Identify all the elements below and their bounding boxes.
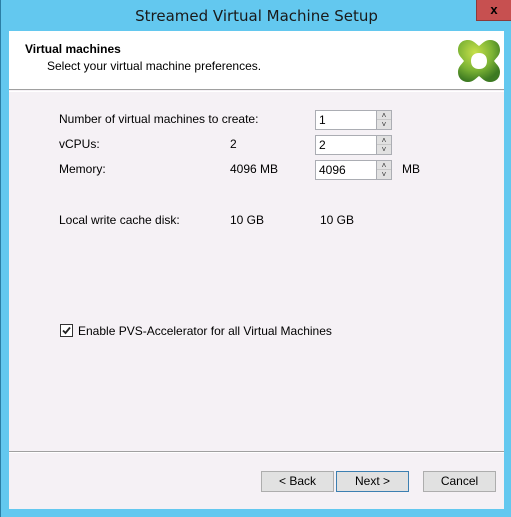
close-icon: x bbox=[490, 2, 498, 17]
back-button[interactable]: < Back bbox=[261, 471, 334, 492]
page-title: Virtual machines bbox=[25, 42, 121, 56]
num-vms-stepper[interactable]: ˄ ˅ bbox=[376, 110, 392, 130]
dialog-client: Virtual machines Select your virtual mac… bbox=[9, 31, 504, 509]
chevron-down-icon[interactable]: ˅ bbox=[377, 145, 391, 154]
vcpus-value: 2 bbox=[319, 138, 326, 152]
memory-default: 4096 MB bbox=[230, 162, 279, 176]
vcpus-label: vCPUs: bbox=[59, 137, 100, 151]
next-button[interactable]: Next > bbox=[336, 471, 409, 492]
window-title: Streamed Virtual Machine Setup bbox=[135, 7, 378, 25]
write-cache-default: 10 GB bbox=[230, 213, 265, 227]
chevron-down-icon[interactable]: ˅ bbox=[377, 170, 391, 179]
close-button[interactable]: x bbox=[476, 0, 511, 21]
vcpus-stepper[interactable]: ˄ ˅ bbox=[376, 135, 392, 155]
write-cache-value: 10 GB bbox=[320, 213, 355, 227]
memory-label: Memory: bbox=[59, 162, 106, 176]
wizard-header: Virtual machines Select your virtual mac… bbox=[9, 31, 504, 90]
header-divider bbox=[9, 91, 504, 92]
setup-window: Streamed Virtual Machine Setup x Virtual… bbox=[0, 0, 511, 517]
title-bar[interactable]: Streamed Virtual Machine Setup x bbox=[1, 0, 511, 31]
checkmark-icon bbox=[62, 326, 71, 335]
page-subtitle: Select your virtual machine preferences. bbox=[47, 59, 262, 73]
memory-value: 4096 bbox=[319, 163, 346, 177]
vcpus-default: 2 bbox=[230, 137, 237, 151]
citrix-logo-icon bbox=[458, 40, 500, 82]
chevron-up-icon[interactable]: ˄ bbox=[377, 136, 391, 145]
write-cache-label: Local write cache disk: bbox=[59, 213, 180, 227]
chevron-down-icon[interactable]: ˅ bbox=[377, 120, 391, 129]
pvs-accelerator-label[interactable]: Enable PVS-Accelerator for all Virtual M… bbox=[78, 324, 332, 338]
num-vms-value: 1 bbox=[319, 113, 326, 127]
pvs-accelerator-checkbox[interactable] bbox=[60, 324, 73, 337]
footer-divider-highlight bbox=[9, 452, 504, 453]
cancel-button[interactable]: Cancel bbox=[423, 471, 496, 492]
memory-unit: MB bbox=[402, 162, 420, 176]
num-vms-label: Number of virtual machines to create: bbox=[59, 112, 259, 126]
chevron-up-icon[interactable]: ˄ bbox=[377, 161, 391, 170]
memory-stepper[interactable]: ˄ ˅ bbox=[376, 160, 392, 180]
chevron-up-icon[interactable]: ˄ bbox=[377, 111, 391, 120]
